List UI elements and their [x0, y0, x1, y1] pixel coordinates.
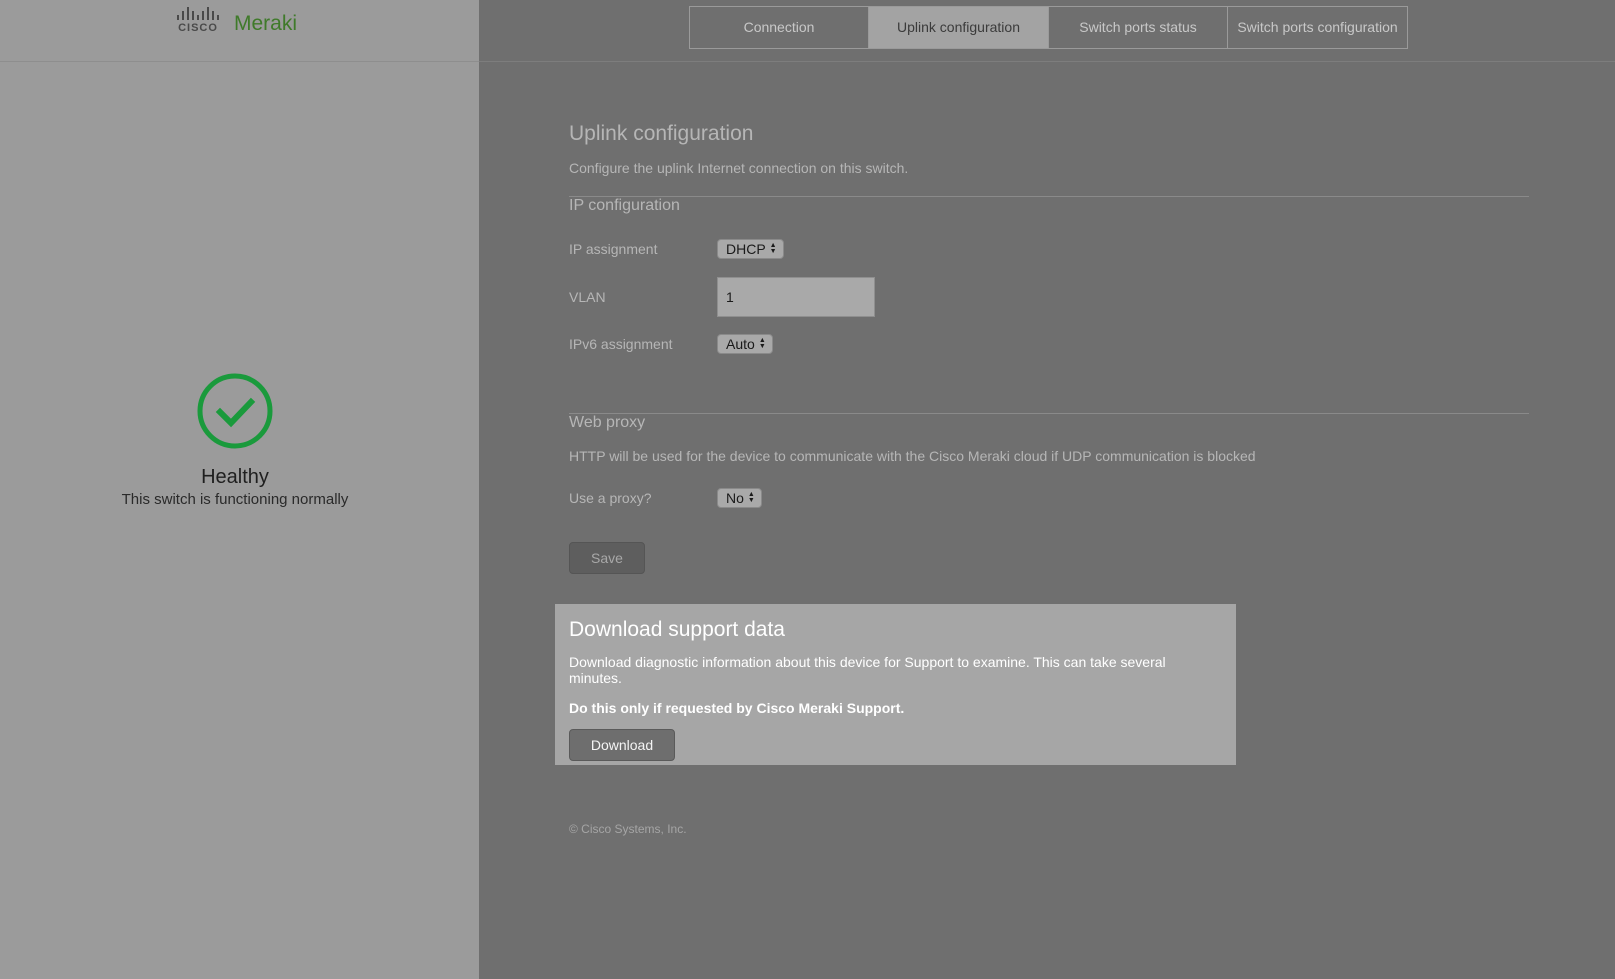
select-arrows-icon: ▲ ▼ [758, 337, 766, 350]
ip-assignment-label: IP assignment [569, 241, 658, 257]
cisco-bars-icon [174, 7, 222, 20]
tab-switch-ports-status[interactable]: Switch ports status [1049, 7, 1228, 48]
tab-connection[interactable]: Connection [690, 7, 869, 48]
use-proxy-value: No [726, 490, 744, 506]
ipv6-assignment-select[interactable]: Auto ▲ ▼ [717, 334, 773, 354]
page-title: Uplink configuration [569, 122, 754, 145]
brand-header: CISCO Meraki [0, 0, 479, 62]
page-description: Configure the uplink Internet connection… [569, 160, 909, 176]
tab-bar: Connection Uplink configuration Switch p… [689, 6, 1408, 49]
save-button[interactable]: Save [569, 542, 645, 574]
section-title-proxy: Web proxy [569, 414, 646, 431]
support-data-panel: Download support data Download diagnosti… [555, 604, 1236, 765]
ip-config-section: IP configuration IP assignment DHCP ▲ ▼ V… [569, 196, 1529, 354]
ip-assignment-value: DHCP [726, 241, 766, 257]
select-arrows-icon: ▲ ▼ [769, 242, 777, 255]
use-proxy-row: Use a proxy? No ▲ ▼ [569, 488, 1529, 508]
main-panel: Connection Uplink configuration Switch p… [479, 0, 1615, 979]
vlan-row: VLAN [569, 277, 1529, 317]
section-title-ip: IP configuration [569, 197, 680, 214]
download-button[interactable]: Download [569, 729, 675, 761]
ip-assignment-row: IP assignment DHCP ▲ ▼ [569, 239, 1529, 259]
health-title: Healthy [201, 466, 269, 488]
support-warning: Do this only if requested by Cisco Merak… [569, 700, 905, 716]
support-title: Download support data [569, 618, 785, 641]
meraki-wordmark: Meraki [234, 12, 298, 35]
use-proxy-select[interactable]: No ▲ ▼ [717, 488, 762, 508]
health-status: Healthy This switch is functioning norma… [0, 372, 470, 508]
use-proxy-label: Use a proxy? [569, 490, 652, 506]
ipv6-assignment-row: IPv6 assignment Auto ▲ ▼ [569, 334, 1529, 354]
tab-uplink-configuration[interactable]: Uplink configuration [869, 7, 1049, 48]
cisco-logo: CISCO [174, 7, 222, 35]
health-subtitle: This switch is functioning normally [121, 491, 349, 508]
check-circle-icon [196, 372, 274, 450]
support-description: Download diagnostic information about th… [569, 654, 1166, 686]
proxy-description: HTTP will be used for the device to comm… [569, 448, 1256, 464]
top-nav: Connection Uplink configuration Switch p… [479, 0, 1615, 62]
ipv6-assignment-value: Auto [726, 336, 755, 352]
web-proxy-section: Web proxy HTTP will be used for the devi… [569, 413, 1529, 508]
tab-switch-ports-configuration[interactable]: Switch ports configuration [1228, 7, 1407, 48]
uplink-config-form: Uplink configuration Configure the uplin… [569, 122, 1529, 574]
select-arrows-icon: ▲ ▼ [747, 491, 755, 504]
vlan-label: VLAN [569, 289, 606, 305]
ip-assignment-select[interactable]: DHCP ▲ ▼ [717, 239, 784, 259]
cisco-wordmark: CISCO [178, 22, 218, 34]
vlan-input[interactable] [717, 277, 875, 317]
sidebar: CISCO Meraki Healthy This switch is func… [0, 0, 479, 979]
footer-copyright: © Cisco Systems, Inc. [569, 822, 687, 836]
ipv6-assignment-label: IPv6 assignment [569, 336, 673, 352]
